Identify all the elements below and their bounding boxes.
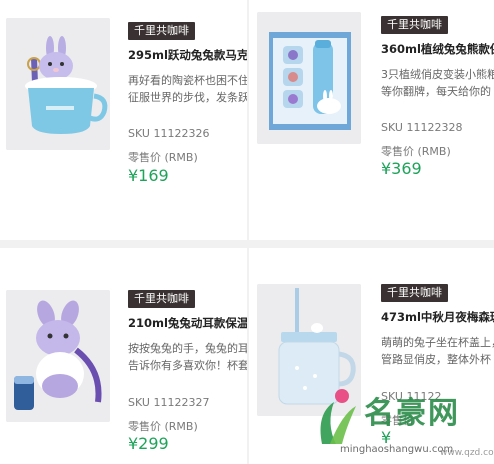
bunny-mug-icon[interactable] [6, 18, 110, 150]
product-description: 再好看的陶瓷杯也困不住 征服世界的步伐，发条跃 [128, 72, 247, 106]
bottle-gift-box-icon[interactable] [257, 12, 361, 144]
product-price: ¥ [381, 428, 392, 447]
product-sku: SKU 11122 [381, 390, 442, 403]
price-label: 零售价 [381, 414, 414, 427]
category-badge: 千里共咖啡 [381, 284, 448, 302]
description-line: 3只植绒俏皮变装小熊粮 [381, 68, 494, 81]
product-description: 3只植绒俏皮变装小熊粮 等你翻牌，每天给你的 [381, 66, 494, 100]
product-name[interactable]: 473ml中秋月夜梅森玻璃杯 [381, 309, 494, 325]
product-price: ¥369 [381, 159, 422, 178]
product-description: 萌萌的兔子坐在杯盖上， 管路显俏皮，整体外杯 [381, 334, 494, 368]
description-line: 再好看的陶瓷杯也困不住 [128, 74, 247, 87]
product-price: ¥169 [128, 166, 169, 185]
product-sku: SKU 11122328 [381, 121, 463, 134]
description-line: 告诉你有多喜欢你！杯套 [128, 359, 247, 372]
description-line: 管路显俏皮，整体外杯 [381, 353, 491, 366]
product-card-4[interactable]: 千里共咖啡 473ml中秋月夜梅森玻璃杯 萌萌的兔子坐在杯盖上， 管路显俏皮，整… [249, 248, 494, 464]
description-line: 按按兔兔的手，兔兔的耳 [128, 342, 247, 355]
price-label: 零售价 (RMB) [128, 151, 198, 164]
price-label: 零售价 (RMB) [381, 145, 451, 158]
description-line: 萌萌的兔子坐在杯盖上， [381, 336, 494, 349]
category-badge: 千里共咖啡 [381, 16, 448, 34]
mason-jar-icon[interactable] [257, 284, 361, 416]
product-sku: SKU 11122326 [128, 127, 210, 140]
category-badge: 千里共咖啡 [128, 290, 195, 308]
product-card-3[interactable]: 千里共咖啡 210ml兔兔动耳款保温杯 按按兔兔的手，兔兔的耳 告诉你有多喜欢你… [0, 248, 247, 464]
product-sku: SKU 11122327 [128, 396, 210, 409]
product-name[interactable]: 360ml植绒兔兔熊款保温杯 [381, 41, 494, 57]
plush-bunny-tumbler-icon[interactable] [6, 290, 110, 422]
product-card-1[interactable]: 千里共咖啡 295ml跃动兔兔款马克杯 再好看的陶瓷杯也困不住 征服世界的步伐，… [0, 0, 247, 240]
product-name[interactable]: 295ml跃动兔兔款马克杯 [128, 47, 247, 63]
product-description: 按按兔兔的手，兔兔的耳 告诉你有多喜欢你！杯套 [128, 340, 247, 374]
category-badge: 千里共咖啡 [128, 22, 195, 40]
price-label: 零售价 (RMB) [128, 420, 198, 433]
description-line: 等你翻牌，每天给你的 [381, 85, 491, 98]
product-name[interactable]: 210ml兔兔动耳款保温杯 [128, 315, 247, 331]
product-card-2[interactable]: 千里共咖啡 360ml植绒兔兔熊款保温杯 3只植绒俏皮变装小熊粮 等你翻牌，每天… [249, 0, 494, 240]
product-price: ¥299 [128, 434, 169, 453]
description-line: 征服世界的步伐，发条跃 [128, 91, 247, 104]
